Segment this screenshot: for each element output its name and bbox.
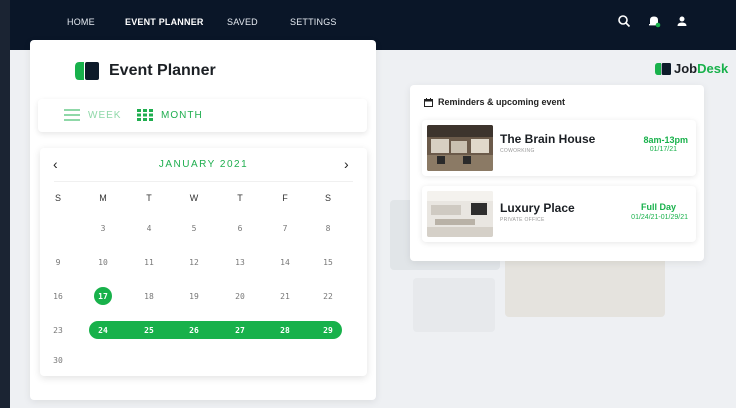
nav-saved[interactable]: SAVED (227, 17, 258, 27)
reminders-panel: Reminders & upcoming event The Brain Hou… (410, 85, 704, 261)
calendar-day[interactable]: 5 (184, 224, 204, 233)
month-calendar: ‹ JANUARY 2021 › S M T W T F S 3 4 5 6 7 8 9 10 11 12 13 1… (40, 148, 367, 376)
month-view-button[interactable]: MONTH (137, 109, 203, 121)
background-image-faded (413, 278, 495, 332)
grid-icon (137, 109, 153, 121)
calendar-day[interactable]: 10 (93, 258, 113, 267)
calendar-day[interactable]: 14 (275, 258, 295, 267)
event-name: Luxury Place (500, 201, 575, 215)
week-label: WEEK (88, 109, 122, 121)
event-card[interactable]: The Brain House COWORKING 8am-13pm 01/17… (422, 120, 696, 176)
calendar-day[interactable]: 8 (318, 224, 338, 233)
calendar-day[interactable]: 19 (184, 292, 204, 301)
planner-header: Event Planner (75, 62, 216, 80)
page-title: Event Planner (109, 62, 216, 79)
weekday-header: S (54, 193, 61, 203)
calendar-day[interactable]: 16 (48, 292, 68, 301)
calendar-day[interactable]: 20 (230, 292, 250, 301)
calendar-day[interactable]: 24 (93, 326, 113, 335)
nav-home[interactable]: HOME (67, 17, 95, 27)
date-range-highlight (89, 321, 342, 339)
calendar-day[interactable]: 28 (275, 326, 295, 335)
calendar-day[interactable]: 21 (275, 292, 295, 301)
calendar-day[interactable]: 3 (93, 224, 113, 233)
event-type: COWORKING (500, 148, 535, 154)
background-image-faded (505, 255, 665, 317)
notification-icon[interactable] (647, 14, 661, 28)
calendar-day[interactable]: 4 (139, 224, 159, 233)
calendar-month-label: JANUARY 2021 (158, 159, 249, 170)
weekday-header: S (324, 193, 331, 203)
list-icon (64, 109, 80, 121)
event-time: 8am-13pm (643, 135, 688, 145)
event-thumbnail (427, 125, 493, 171)
left-edge-strip (0, 0, 10, 408)
month-label: MONTH (161, 109, 203, 121)
calendar-day[interactable]: 12 (184, 258, 204, 267)
event-time: Full Day (640, 202, 676, 212)
event-date: 01/17/21 (649, 146, 677, 153)
calendar-day[interactable]: 13 (230, 258, 250, 267)
brand-name-part: Desk (697, 61, 729, 76)
brand-name: JobDesk (674, 61, 728, 76)
next-month-button[interactable]: › (344, 156, 349, 172)
calendar-day[interactable]: 7 (275, 224, 295, 233)
jobdesk-brand: JobDesk (655, 61, 728, 76)
event-thumbnail (427, 191, 493, 237)
calendar-day[interactable]: 6 (230, 224, 250, 233)
calendar-day[interactable]: 9 (48, 258, 68, 267)
reminders-title: Reminders & upcoming event (438, 97, 566, 107)
weekday-header: T (237, 193, 243, 203)
divider (54, 181, 353, 182)
nav-settings[interactable]: SETTINGS (290, 17, 337, 27)
calendar-day[interactable]: 17 (93, 292, 113, 301)
jobdesk-logo-icon (75, 62, 99, 80)
weekday-header: M (99, 193, 107, 203)
calendar-day[interactable]: 15 (318, 258, 338, 267)
calendar-day[interactable]: 18 (139, 292, 159, 301)
calendar-day[interactable]: 29 (318, 326, 338, 335)
calendar-day[interactable]: 25 (139, 326, 159, 335)
calendar-day[interactable]: 23 (48, 326, 68, 335)
week-view-button[interactable]: WEEK (64, 109, 121, 121)
calendar-day[interactable]: 22 (318, 292, 338, 301)
event-name: The Brain House (500, 132, 596, 146)
brand-name-part: Job (674, 61, 698, 76)
nav-event-planner[interactable]: EVENT PLANNER (125, 17, 204, 27)
user-icon[interactable] (675, 14, 689, 28)
search-icon[interactable] (617, 14, 631, 28)
weekday-header: F (282, 193, 288, 203)
view-toggle: WEEK MONTH (38, 99, 367, 132)
calendar-day[interactable]: 26 (184, 326, 204, 335)
event-card[interactable]: Luxury Place PRIVATE OFFICE Full Day 01/… (422, 186, 696, 242)
calendar-day[interactable]: 30 (48, 356, 68, 365)
calendar-day[interactable]: 11 (139, 258, 159, 267)
event-type: PRIVATE OFFICE (500, 217, 545, 223)
weekday-header: T (146, 193, 152, 203)
event-date: 01/24/21-01/29/21 (631, 214, 688, 221)
calendar-day[interactable]: 27 (230, 326, 250, 335)
weekday-header: W (189, 193, 199, 203)
calendar-icon (424, 97, 433, 107)
jobdesk-logo-icon (655, 62, 671, 75)
reminders-header: Reminders & upcoming event (424, 97, 565, 107)
